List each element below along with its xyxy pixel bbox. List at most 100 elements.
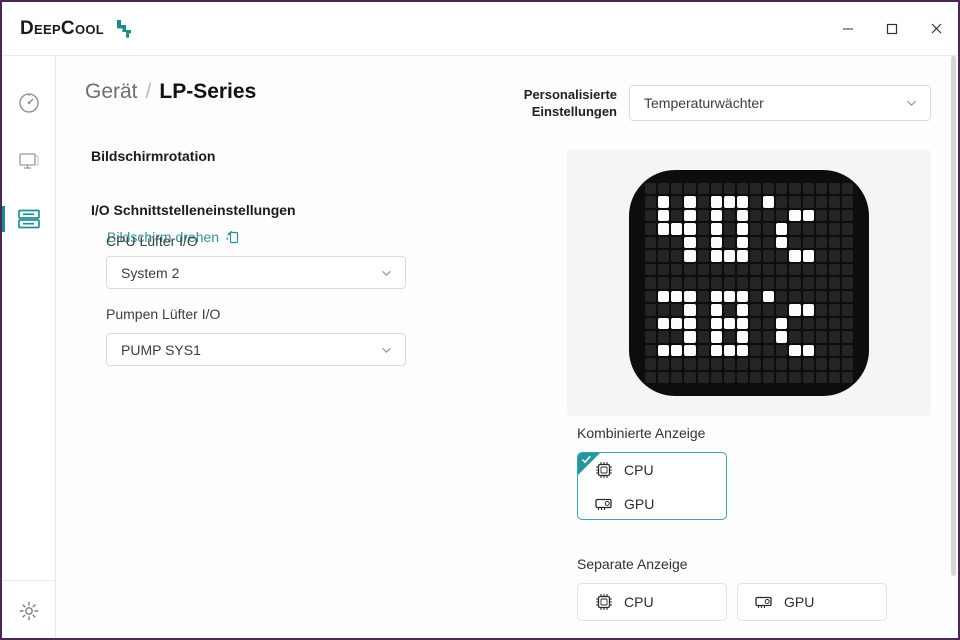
led-pixel bbox=[763, 223, 775, 235]
led-pixel bbox=[710, 236, 722, 249]
led-pixel bbox=[789, 223, 801, 235]
sidebar-item-monitor[interactable] bbox=[2, 132, 56, 190]
led-pixel bbox=[776, 344, 788, 357]
cpu-fan-io-select[interactable]: System 2 bbox=[106, 256, 406, 289]
led-pixel bbox=[776, 236, 788, 249]
led-pixel bbox=[828, 290, 840, 303]
led-pixel bbox=[645, 358, 657, 370]
content-area: Gerät / LP-Series Personalisierte Einste… bbox=[57, 56, 958, 638]
led-pixel bbox=[723, 236, 735, 249]
led-pixel bbox=[763, 236, 775, 249]
led-pixel bbox=[710, 183, 722, 195]
led-pixel bbox=[671, 196, 683, 208]
pump-fan-io-value: PUMP SYS1 bbox=[121, 341, 201, 358]
led-pixel bbox=[671, 223, 683, 235]
led-pixel bbox=[750, 250, 762, 262]
led-pixel bbox=[776, 223, 788, 235]
combined-cpu-row[interactable]: CPU bbox=[578, 453, 726, 487]
led-pixel bbox=[697, 263, 709, 276]
led-pixel bbox=[671, 236, 683, 249]
sidebar-item-dashboard[interactable] bbox=[2, 74, 56, 132]
led-pixel bbox=[645, 371, 657, 383]
sidebar-item-device[interactable] bbox=[2, 190, 56, 248]
led-pixel bbox=[697, 236, 709, 249]
led-pixel bbox=[802, 209, 814, 222]
led-pixel bbox=[815, 223, 827, 235]
pump-fan-io-select[interactable]: PUMP SYS1 bbox=[106, 333, 406, 366]
check-icon bbox=[581, 454, 592, 465]
scrollbar-thumb[interactable] bbox=[951, 56, 956, 576]
chevron-down-icon bbox=[380, 343, 393, 356]
combined-gpu-row[interactable]: GPU bbox=[578, 487, 726, 519]
led-pixel bbox=[645, 277, 657, 289]
led-pixel bbox=[802, 371, 814, 383]
led-pixel bbox=[802, 223, 814, 235]
separate-cpu-card[interactable]: CPU bbox=[577, 583, 727, 621]
led-pixel bbox=[815, 344, 827, 357]
led-pixel bbox=[710, 317, 722, 330]
led-pixel bbox=[841, 223, 853, 235]
led-pixel bbox=[697, 304, 709, 316]
led-pixel bbox=[763, 371, 775, 383]
content-scrollbar[interactable] bbox=[950, 56, 957, 638]
breadcrumb-root[interactable]: Gerät bbox=[85, 80, 138, 104]
led-pixel bbox=[645, 317, 657, 330]
breadcrumb: Gerät / LP-Series bbox=[85, 80, 256, 104]
led-pixel bbox=[723, 250, 735, 262]
combined-cpu-label: CPU bbox=[624, 462, 654, 478]
preset-select[interactable]: Temperaturwächter bbox=[629, 85, 931, 121]
sidebar-item-settings[interactable] bbox=[2, 580, 56, 638]
led-pixel bbox=[671, 317, 683, 330]
led-pixel bbox=[815, 358, 827, 370]
led-pixel bbox=[776, 304, 788, 316]
led-pixel bbox=[723, 223, 735, 235]
led-pixel bbox=[736, 183, 748, 195]
led-pixel bbox=[710, 250, 722, 262]
led-pixel bbox=[841, 263, 853, 276]
led-pixel bbox=[671, 277, 683, 289]
led-pixel bbox=[828, 317, 840, 330]
maximize-icon[interactable] bbox=[870, 2, 914, 56]
combined-display-card[interactable]: CPU GPU bbox=[577, 452, 727, 520]
led-pixel bbox=[697, 209, 709, 222]
gpu-card-icon bbox=[754, 592, 774, 612]
led-pixel bbox=[697, 371, 709, 383]
led-pixel bbox=[828, 277, 840, 289]
led-pixel bbox=[710, 263, 722, 276]
led-pixel bbox=[763, 196, 775, 208]
led-pixel bbox=[684, 304, 696, 316]
led-pixel bbox=[697, 331, 709, 343]
led-pixel bbox=[776, 183, 788, 195]
minimize-icon[interactable] bbox=[826, 2, 870, 56]
led-pixel bbox=[723, 331, 735, 343]
led-pixel bbox=[776, 250, 788, 262]
led-pixel bbox=[697, 317, 709, 330]
close-icon[interactable] bbox=[914, 2, 958, 56]
led-pixel bbox=[736, 223, 748, 235]
led-pixel bbox=[789, 344, 801, 357]
led-pixel bbox=[736, 290, 748, 303]
brand: DeepCool bbox=[2, 17, 137, 41]
led-pixel bbox=[815, 317, 827, 330]
led-pixel bbox=[723, 209, 735, 222]
led-pixel bbox=[750, 358, 762, 370]
led-pixel bbox=[815, 209, 827, 222]
separate-gpu-card[interactable]: GPU bbox=[737, 583, 887, 621]
led-pixel bbox=[684, 209, 696, 222]
led-pixel bbox=[828, 371, 840, 383]
monitor-icon bbox=[17, 149, 41, 173]
led-pixel bbox=[815, 263, 827, 276]
led-pixel bbox=[776, 331, 788, 343]
led-pixel bbox=[723, 183, 735, 195]
led-pixel bbox=[789, 250, 801, 262]
led-pixel bbox=[671, 371, 683, 383]
led-pixel bbox=[763, 290, 775, 303]
led-pixel bbox=[802, 183, 814, 195]
led-pixel bbox=[684, 183, 696, 195]
led-pixel bbox=[763, 358, 775, 370]
led-pixel bbox=[710, 344, 722, 357]
led-pixel bbox=[828, 263, 840, 276]
led-pixel bbox=[841, 250, 853, 262]
deepcool-logo-icon bbox=[113, 17, 137, 41]
led-pixel bbox=[828, 344, 840, 357]
